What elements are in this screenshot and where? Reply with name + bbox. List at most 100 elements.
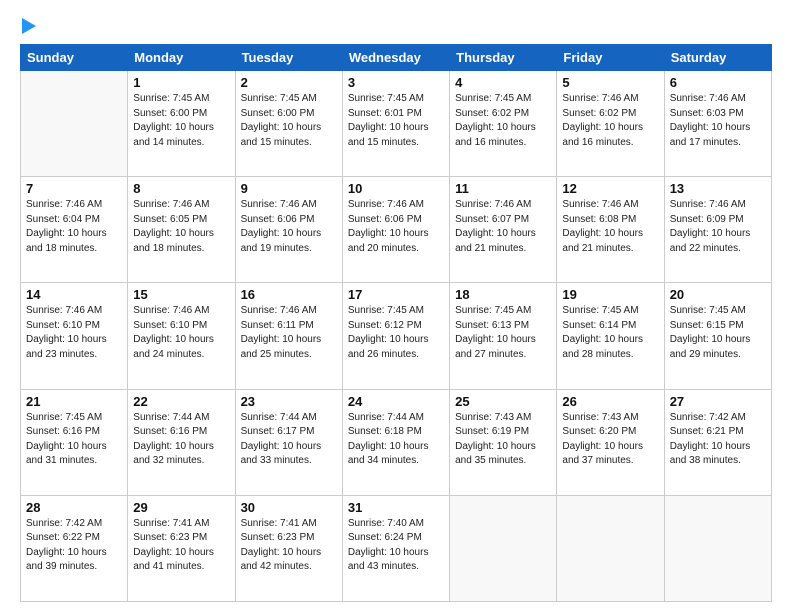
day-info: Sunrise: 7:46 AM Sunset: 6:04 PM Dayligh… bbox=[26, 198, 122, 256]
day-info: Sunrise: 7:42 AM Sunset: 6:21 PM Dayligh… bbox=[670, 411, 766, 469]
calendar-cell: 6 Sunrise: 7:46 AM Sunset: 6:03 PM Daylig… bbox=[664, 71, 771, 177]
day-number: 20 bbox=[670, 287, 766, 302]
day-info: Sunrise: 7:46 AM Sunset: 6:11 PM Dayligh… bbox=[241, 304, 337, 362]
weekday-header-friday: Friday bbox=[557, 45, 664, 71]
weekday-header-thursday: Thursday bbox=[450, 45, 557, 71]
calendar-cell: 21 Sunrise: 7:45 AM Sunset: 6:16 PM Dayli… bbox=[21, 389, 128, 495]
calendar-cell bbox=[21, 71, 128, 177]
day-number: 28 bbox=[26, 500, 122, 515]
calendar-week-4: 21 Sunrise: 7:45 AM Sunset: 6:16 PM Dayli… bbox=[21, 389, 772, 495]
weekday-header-saturday: Saturday bbox=[664, 45, 771, 71]
calendar-cell: 1Sunrise: 7:45 AM Sunset: 6:00 PM Daylig… bbox=[128, 71, 235, 177]
calendar-cell: 27 Sunrise: 7:42 AM Sunset: 6:21 PM Dayli… bbox=[664, 389, 771, 495]
logo-arrow-icon bbox=[22, 18, 36, 34]
calendar-cell: 20 Sunrise: 7:45 AM Sunset: 6:15 PM Dayli… bbox=[664, 283, 771, 389]
day-number: 30 bbox=[241, 500, 337, 515]
day-number: 18 bbox=[455, 287, 551, 302]
calendar-cell: 26Sunrise: 7:43 AM Sunset: 6:20 PM Dayli… bbox=[557, 389, 664, 495]
calendar-cell: 9 Sunrise: 7:46 AM Sunset: 6:06 PM Daylig… bbox=[235, 177, 342, 283]
calendar-cell: 5 Sunrise: 7:46 AM Sunset: 6:02 PM Daylig… bbox=[557, 71, 664, 177]
day-info: Sunrise: 7:45 AM Sunset: 6:15 PM Dayligh… bbox=[670, 304, 766, 362]
day-number: 25 bbox=[455, 394, 551, 409]
day-info: Sunrise: 7:46 AM Sunset: 6:06 PM Dayligh… bbox=[348, 198, 444, 256]
day-info: Sunrise: 7:45 AM Sunset: 6:16 PM Dayligh… bbox=[26, 411, 122, 469]
day-info: Sunrise: 7:46 AM Sunset: 6:05 PM Dayligh… bbox=[133, 198, 229, 256]
day-number: 3 bbox=[348, 75, 444, 90]
day-number: 1 bbox=[133, 75, 229, 90]
calendar-week-1: 1 Sunrise: 7:45 AM Sunset: 6:00 PM Daylig… bbox=[21, 71, 772, 177]
calendar-header: SundayMondayTuesdayWednesdayThursdayFrid… bbox=[21, 45, 772, 71]
day-info: Sunrise: 7:45 AM Sunset: 6:02 PM Dayligh… bbox=[455, 92, 551, 150]
calendar-cell: 22 Sunrise: 7:44 AM Sunset: 6:16 PM Dayli… bbox=[128, 389, 235, 495]
calendar-week-2: 7 Sunrise: 7:46 AM Sunset: 6:04 PM Daylig… bbox=[21, 177, 772, 283]
day-info: Sunrise: 7:46 AM Sunset: 6:06 PM Dayligh… bbox=[241, 198, 337, 256]
calendar-cell: 16 Sunrise: 7:46 AM Sunset: 6:11 PM Dayli… bbox=[235, 283, 342, 389]
day-number: 19 bbox=[562, 287, 658, 302]
day-number: 14 bbox=[26, 287, 122, 302]
day-number: 8 bbox=[133, 181, 229, 196]
calendar-cell: 29 Sunrise: 7:41 AM Sunset: 6:23 PM Dayli… bbox=[128, 495, 235, 601]
day-info: Sunrise: 7:46 AM Sunset: 6:09 PM Dayligh… bbox=[670, 198, 766, 256]
day-number: 21 bbox=[26, 394, 122, 409]
calendar-cell bbox=[664, 495, 771, 601]
calendar-cell: 10 Sunrise: 7:46 AM Sunset: 6:06 PM Dayli… bbox=[342, 177, 449, 283]
day-info: Sunrise: 7:43 AM Sunset: 6:19 PM Dayligh… bbox=[455, 411, 551, 469]
day-info: Sunrise: 7:46 AM Sunset: 6:10 PM Dayligh… bbox=[133, 304, 229, 362]
calendar-cell: 11Sunrise: 7:46 AM Sunset: 6:07 PM Dayli… bbox=[450, 177, 557, 283]
day-info: Sunrise: 7:45 AM Sunset: 6:12 PM Dayligh… bbox=[348, 304, 444, 362]
day-number: 13 bbox=[670, 181, 766, 196]
day-number: 26 bbox=[562, 394, 658, 409]
day-number: 7 bbox=[26, 181, 122, 196]
day-info: Sunrise: 7:42 AM Sunset: 6:22 PM Dayligh… bbox=[26, 517, 122, 575]
day-info: Sunrise: 7:46 AM Sunset: 6:03 PM Dayligh… bbox=[670, 92, 766, 150]
day-number: 10 bbox=[348, 181, 444, 196]
page: SundayMondayTuesdayWednesdayThursdayFrid… bbox=[0, 0, 792, 612]
day-number: 2 bbox=[241, 75, 337, 90]
logo bbox=[20, 18, 36, 34]
day-info: Sunrise: 7:44 AM Sunset: 6:18 PM Dayligh… bbox=[348, 411, 444, 469]
day-number: 22 bbox=[133, 394, 229, 409]
day-number: 23 bbox=[241, 394, 337, 409]
weekday-header-wednesday: Wednesday bbox=[342, 45, 449, 71]
calendar-cell: 7 Sunrise: 7:46 AM Sunset: 6:04 PM Daylig… bbox=[21, 177, 128, 283]
day-info: Sunrise: 7:41 AM Sunset: 6:23 PM Dayligh… bbox=[133, 517, 229, 575]
calendar-cell: 31Sunrise: 7:40 AM Sunset: 6:24 PM Dayli… bbox=[342, 495, 449, 601]
day-number: 6 bbox=[670, 75, 766, 90]
day-info: Sunrise: 7:46 AM Sunset: 6:08 PM Dayligh… bbox=[562, 198, 658, 256]
weekday-header-sunday: Sunday bbox=[21, 45, 128, 71]
calendar-cell: 2 Sunrise: 7:45 AM Sunset: 6:00 PM Daylig… bbox=[235, 71, 342, 177]
day-number: 27 bbox=[670, 394, 766, 409]
day-info: Sunrise: 7:45 AM Sunset: 6:00 PM Dayligh… bbox=[241, 92, 337, 150]
day-number: 15 bbox=[133, 287, 229, 302]
calendar-cell: 12Sunrise: 7:46 AM Sunset: 6:08 PM Dayli… bbox=[557, 177, 664, 283]
header bbox=[20, 18, 772, 34]
calendar-table: SundayMondayTuesdayWednesdayThursdayFrid… bbox=[20, 44, 772, 602]
calendar-cell: 13 Sunrise: 7:46 AM Sunset: 6:09 PM Dayli… bbox=[664, 177, 771, 283]
calendar-cell: 30 Sunrise: 7:41 AM Sunset: 6:23 PM Dayli… bbox=[235, 495, 342, 601]
day-info: Sunrise: 7:44 AM Sunset: 6:16 PM Dayligh… bbox=[133, 411, 229, 469]
day-number: 5 bbox=[562, 75, 658, 90]
calendar-cell: 28 Sunrise: 7:42 AM Sunset: 6:22 PM Dayli… bbox=[21, 495, 128, 601]
calendar-cell: 25 Sunrise: 7:43 AM Sunset: 6:19 PM Dayli… bbox=[450, 389, 557, 495]
weekday-header-row: SundayMondayTuesdayWednesdayThursdayFrid… bbox=[21, 45, 772, 71]
calendar-cell: 18Sunrise: 7:45 AM Sunset: 6:13 PM Dayli… bbox=[450, 283, 557, 389]
calendar-cell: 3 Sunrise: 7:45 AM Sunset: 6:01 PM Daylig… bbox=[342, 71, 449, 177]
day-number: 9 bbox=[241, 181, 337, 196]
calendar-cell: 15 Sunrise: 7:46 AM Sunset: 6:10 PM Dayli… bbox=[128, 283, 235, 389]
calendar-body: 1 Sunrise: 7:45 AM Sunset: 6:00 PM Daylig… bbox=[21, 71, 772, 602]
day-number: 29 bbox=[133, 500, 229, 515]
calendar-cell: 14 Sunrise: 7:46 AM Sunset: 6:10 PM Dayli… bbox=[21, 283, 128, 389]
weekday-header-tuesday: Tuesday bbox=[235, 45, 342, 71]
day-number: 24 bbox=[348, 394, 444, 409]
calendar-week-5: 28 Sunrise: 7:42 AM Sunset: 6:22 PM Dayli… bbox=[21, 495, 772, 601]
day-info: Sunrise: 7:40 AM Sunset: 6:24 PM Dayligh… bbox=[348, 517, 444, 575]
day-info: Sunrise: 7:45 AM Sunset: 6:01 PM Dayligh… bbox=[348, 92, 444, 150]
day-number: 16 bbox=[241, 287, 337, 302]
day-info: Sunrise: 7:41 AM Sunset: 6:23 PM Dayligh… bbox=[241, 517, 337, 575]
day-info: Sunrise: 7:46 AM Sunset: 6:10 PM Dayligh… bbox=[26, 304, 122, 362]
calendar-week-3: 14 Sunrise: 7:46 AM Sunset: 6:10 PM Dayli… bbox=[21, 283, 772, 389]
calendar-cell: 19Sunrise: 7:45 AM Sunset: 6:14 PM Dayli… bbox=[557, 283, 664, 389]
day-info: Sunrise: 7:44 AM Sunset: 6:17 PM Dayligh… bbox=[241, 411, 337, 469]
day-info: Sunrise: 7:46 AM Sunset: 6:02 PM Dayligh… bbox=[562, 92, 658, 150]
calendar-cell: 4Sunrise: 7:45 AM Sunset: 6:02 PM Daylig… bbox=[450, 71, 557, 177]
